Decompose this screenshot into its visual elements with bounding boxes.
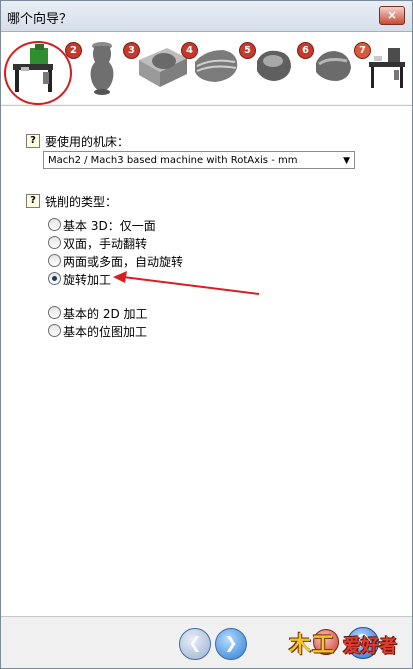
step-2[interactable]: 2 bbox=[65, 36, 125, 100]
vase-icon bbox=[90, 42, 114, 95]
chevron-right-icon: ❯ bbox=[224, 633, 238, 652]
step-3[interactable]: 3 bbox=[123, 36, 187, 100]
close-button[interactable]: × bbox=[379, 6, 405, 25]
logo-sub-text: 爱好者 bbox=[343, 636, 397, 657]
wizard-content: ? 要使用的机床： Mach2 / Mach3 based machine wi… bbox=[1, 105, 412, 617]
chevron-left-icon: ❮ bbox=[188, 633, 202, 652]
wizard-steps: 2 3 4 5 6 7 bbox=[1, 32, 412, 105]
window-title: 哪个向导？ bbox=[7, 12, 73, 27]
title-bar: 哪个向导？ × bbox=[1, 1, 412, 32]
next-button[interactable]: ❯ bbox=[215, 628, 247, 660]
shape-part-icon bbox=[316, 51, 351, 81]
annotation-arrow bbox=[113, 271, 260, 295]
back-button[interactable]: ❮ bbox=[179, 628, 211, 660]
logo-main-text: 木工 bbox=[289, 633, 336, 658]
step-7[interactable]: 7 bbox=[354, 36, 412, 100]
step-6[interactable]: 6 bbox=[297, 36, 357, 100]
wizard-window: 哪个向导？ × 2 3 4 5 6 7 ? 要使用的机床： Mach2 / Ma… bbox=[0, 0, 413, 669]
step-4[interactable]: 4 bbox=[181, 36, 241, 100]
step-1[interactable] bbox=[1, 36, 72, 105]
step-5[interactable]: 5 bbox=[239, 36, 299, 100]
cnc-machine-icon bbox=[369, 48, 405, 88]
watermark-logo: 木工 爱好者 bbox=[279, 620, 405, 666]
cut-part-icon bbox=[257, 50, 291, 81]
lathe-part-icon bbox=[195, 50, 238, 82]
cnc-machine-icon bbox=[13, 44, 53, 92]
